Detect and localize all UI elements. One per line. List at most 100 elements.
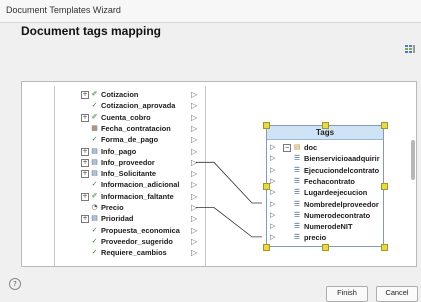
cancel-button[interactable]: Cancel (376, 286, 418, 302)
check-icon: ✓ (91, 248, 98, 257)
tag-item-label: Nombredelproveedor (304, 199, 379, 209)
output-port-icon[interactable]: ▷ (191, 124, 197, 133)
canvas-scrollbar[interactable] (411, 140, 415, 180)
collapse-toggle[interactable]: − (283, 144, 291, 152)
tree-item[interactable]: ✓ Propuesta_economica ▷ (55, 225, 205, 236)
help-icon[interactable]: ? (9, 278, 21, 290)
tag-field-icon: ☰ (293, 165, 301, 174)
resize-handle[interactable] (322, 122, 329, 129)
output-port-icon[interactable]: ▷ (191, 101, 197, 110)
tree-item[interactable]: ✓ Forma_de_pago ▷ (55, 134, 205, 145)
window-title: Document Templates Wizard (6, 5, 121, 15)
tag-root-label: doc (304, 143, 318, 152)
tree-item-label: Info_pago (101, 146, 137, 156)
output-port-icon[interactable]: ▷ (191, 226, 197, 235)
tree-item-label: Forma_de_pago (101, 135, 159, 145)
tree-item-label: Requiere_cambios (101, 248, 167, 258)
tree-item[interactable]: + ✐ Cotizacion ▷ (55, 89, 205, 100)
check-icon: ✓ (91, 101, 98, 110)
tag-field-icon: ☰ (293, 199, 301, 208)
output-port-icon[interactable]: ▷ (191, 90, 197, 99)
finish-button[interactable]: Finish (326, 286, 368, 302)
resize-handle[interactable] (381, 244, 388, 251)
expand-toggle[interactable]: + (81, 158, 89, 167)
tree-item-label: Cuenta_cobro (101, 112, 151, 122)
tag-item-label: Lugardeejecucion (304, 188, 368, 198)
process-data-tree[interactable]: + ✐ Cotizacion ▷ ✓ Cotizacion_aprovada ▷ + ✐ Cuen… (54, 86, 206, 266)
attachment-icon: ✐ (91, 191, 98, 200)
tag-item-label: precio (304, 233, 327, 243)
clock-icon: ◔ (91, 203, 98, 211)
resize-handle[interactable] (381, 122, 388, 129)
tag-item-label: NumerodeNIT (304, 222, 353, 232)
check-icon: ✓ (91, 236, 98, 245)
output-port-icon[interactable]: ▷ (191, 237, 197, 246)
expand-toggle[interactable]: + (81, 192, 89, 201)
calendar-icon: ▦ (91, 123, 98, 132)
tree-item[interactable]: + ✐ Cuenta_cobro ▷ (55, 112, 205, 123)
expand-toggle[interactable]: + (81, 91, 89, 99)
output-port-icon[interactable]: ▷ (191, 203, 197, 212)
tag-field-icon: ☰ (293, 154, 301, 163)
tree-item[interactable]: ✓ Informacion_adicional ▷ (55, 179, 205, 190)
tree-item-label: Info_proveedor (101, 157, 155, 167)
output-port-icon[interactable]: ▷ (191, 180, 197, 189)
tree-item-label: Precio (101, 203, 124, 212)
output-port-icon[interactable]: ▷ (191, 135, 197, 144)
tree-item[interactable]: + ▤ Prioridad ▷ (55, 213, 205, 224)
tree-item[interactable]: ✓ Proveedor_sugerido ▷ (55, 236, 205, 247)
tag-item-label: Bienservicioaadquirir (304, 154, 380, 164)
output-port-icon[interactable]: ▷ (191, 248, 197, 257)
output-port-icon[interactable]: ▷ (191, 169, 197, 178)
window-titlebar: Document Templates Wizard (0, 0, 421, 23)
tree-item-label: Fecha_contratacion (101, 123, 171, 133)
output-port-icon[interactable]: ▷ (191, 214, 197, 223)
tree-item[interactable]: + ▤ Info_Solicitante ▷ (55, 168, 205, 179)
folder-icon: ▤ (293, 143, 301, 151)
tree-item-label: Proveedor_sugerido (101, 236, 173, 246)
output-port-icon[interactable]: ▷ (191, 192, 197, 201)
tree-item[interactable]: ✓ Requiere_cambios ▷ (55, 247, 205, 258)
output-port-icon[interactable]: ▷ (191, 147, 197, 156)
tag-field-icon: ☰ (293, 176, 301, 185)
expand-toggle[interactable]: + (81, 113, 89, 122)
tag-field-icon: ☰ (293, 233, 301, 242)
tag-field-icon: ☰ (293, 222, 301, 231)
input-port-icon[interactable]: ▷ (270, 221, 275, 232)
expand-toggle[interactable]: + (81, 170, 89, 179)
input-port-icon[interactable]: ▷ (270, 142, 275, 153)
input-port-icon[interactable]: ▷ (270, 176, 275, 187)
tree-item[interactable]: + ✐ Informacion_faltante ▷ (55, 191, 205, 202)
tree-item[interactable]: ▦ Fecha_contratacion ▷ (55, 123, 205, 134)
resize-handle[interactable] (263, 122, 270, 129)
resize-handle[interactable] (263, 244, 270, 251)
tree-item[interactable]: + ▤ Info_proveedor ▷ (55, 157, 205, 168)
output-port-icon[interactable]: ▷ (191, 113, 197, 122)
tag-item-label: Numerodecontrato (304, 210, 371, 220)
resize-handle[interactable] (381, 183, 388, 190)
tree-item[interactable]: ◔ Precio ▷ (55, 202, 205, 213)
tree-item-label: Cotizacion (101, 90, 139, 99)
tree-item-label: Prioridad (101, 214, 134, 224)
input-port-icon[interactable]: ▷ (270, 199, 275, 210)
input-port-icon[interactable]: ▷ (270, 165, 275, 176)
tree-item[interactable]: ✓ Cotizacion_aprovada ▷ (55, 100, 205, 111)
page-title: Document tags mapping (21, 24, 162, 38)
layout-grid-icon[interactable] (405, 45, 415, 54)
resize-handle[interactable] (322, 244, 329, 251)
input-port-icon[interactable]: ▷ (270, 153, 275, 164)
tag-item-label: Ejecuciondelcontrato (304, 165, 380, 175)
input-port-icon[interactable]: ▷ (270, 187, 275, 198)
resize-handle[interactable] (263, 183, 270, 190)
table-icon: ▤ (91, 157, 98, 166)
tag-field-icon: ☰ (293, 188, 301, 197)
tags-panel[interactable]: Tags ▷ − ▤ doc ▷ ☰ Bienservicioaadquirir ▷ ☰ Ejec… (266, 125, 384, 247)
expand-toggle[interactable]: + (81, 147, 89, 156)
input-port-icon[interactable]: ▷ (270, 232, 275, 243)
tree-item-label: Cotizacion_aprovada (101, 101, 176, 111)
input-port-icon[interactable]: ▷ (270, 210, 275, 221)
expand-toggle[interactable]: + (81, 215, 89, 224)
output-port-icon[interactable]: ▷ (191, 158, 197, 167)
tree-item[interactable]: + ▤ Info_pago ▷ (55, 146, 205, 157)
table-icon: ▤ (91, 169, 98, 178)
